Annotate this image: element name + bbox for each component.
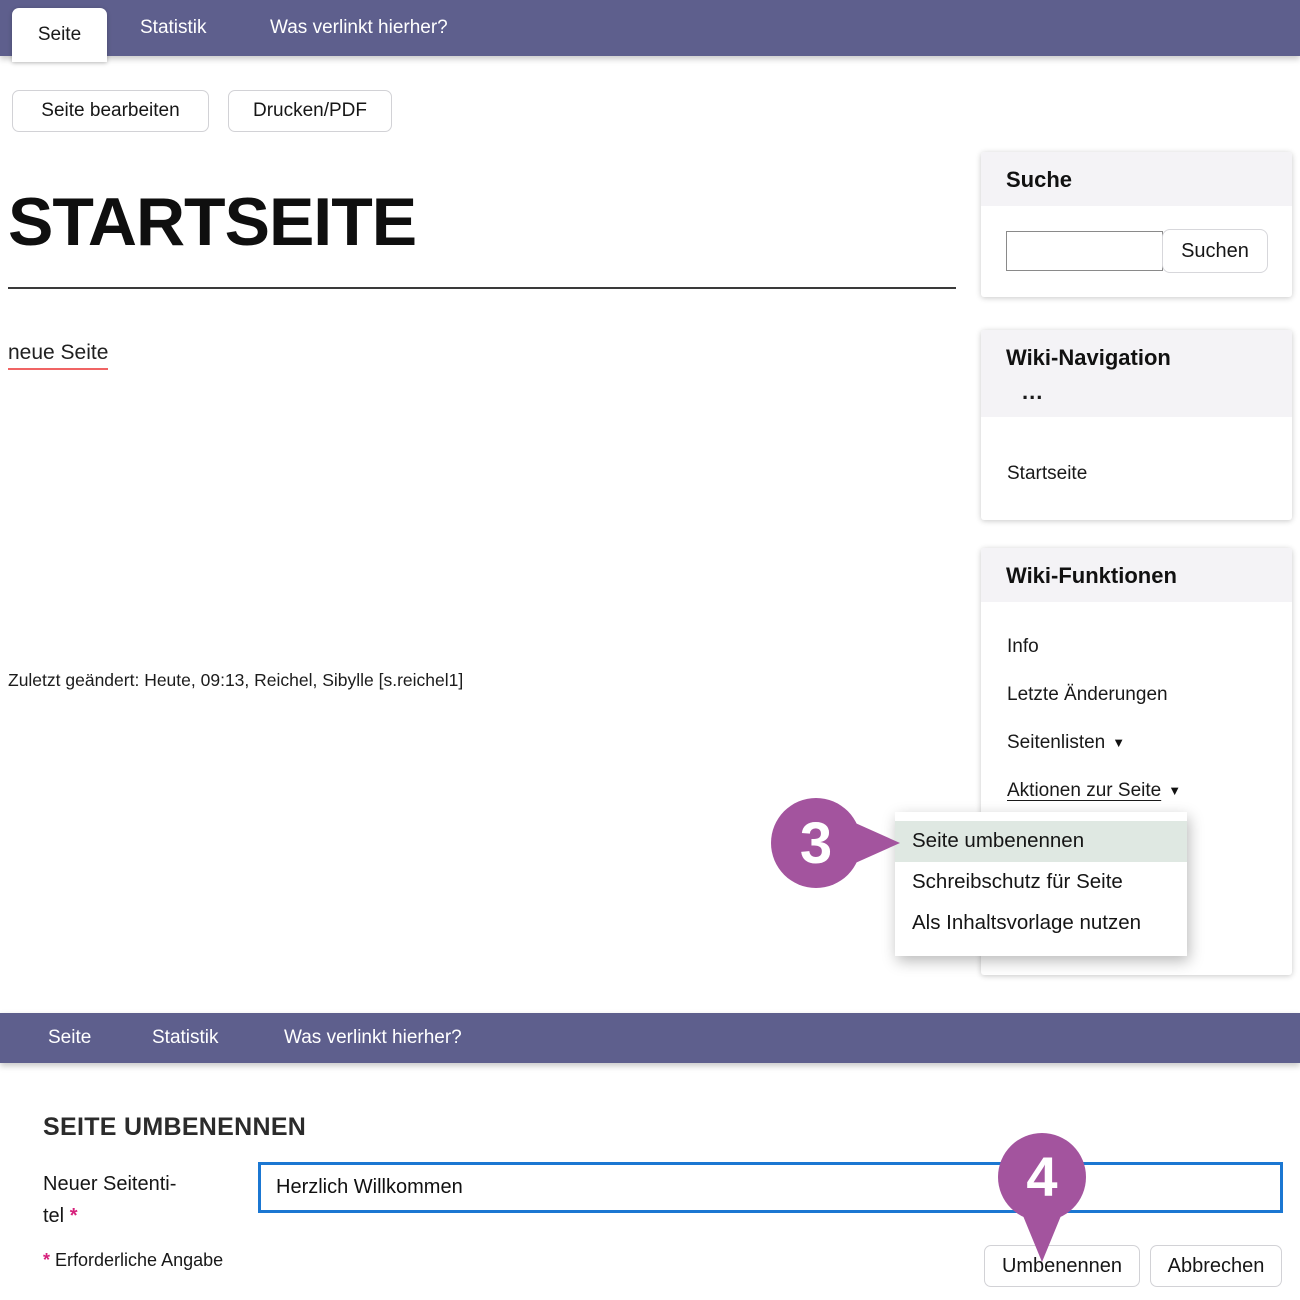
- step-3-callout-pin: 3: [766, 793, 906, 893]
- search-input[interactable]: [1006, 231, 1163, 271]
- required-note: * Erforderliche Angabe: [43, 1250, 223, 1271]
- menu-item-schreibschutz[interactable]: Schreibschutz für Seite: [895, 862, 1187, 903]
- tab-was-verlinkt-hierher[interactable]: Was verlinkt hierher?: [270, 0, 448, 56]
- step-4-number: 4: [1026, 1145, 1057, 1208]
- wiki-nav-item-startseite[interactable]: Startseite: [1007, 463, 1087, 485]
- wiki-functions-title: Wiki-Funktionen: [981, 548, 1292, 602]
- wiki-navigation-title: Wiki-Navigation: [981, 330, 1292, 379]
- page-actions-dropdown: Seite umbenennen Schreibschutz für Seite…: [895, 812, 1187, 956]
- tab-seite[interactable]: Seite: [12, 8, 107, 62]
- required-asterisk: *: [70, 1205, 78, 1227]
- chevron-down-icon: ▼: [1168, 783, 1181, 798]
- required-asterisk: *: [43, 1250, 50, 1270]
- fn-item-letzte-aenderungen[interactable]: Letzte Änderungen: [1007, 684, 1168, 706]
- tab-seite-bottom[interactable]: Seite: [48, 1013, 91, 1063]
- step-4-callout-pin: 4: [998, 1133, 1086, 1265]
- page-title: STARTSEITE: [8, 183, 416, 261]
- title-divider: [8, 287, 956, 289]
- bottom-tab-bar: Seite Statistik Was verlinkt hierher?: [0, 1013, 1300, 1063]
- new-title-label: Neuer Seitenti- tel *: [43, 1168, 223, 1232]
- fn-item-seitenlisten[interactable]: Seitenlisten▼: [1007, 732, 1125, 754]
- edit-page-button[interactable]: Seite bearbeiten: [12, 90, 209, 132]
- menu-item-seite-umbenennen[interactable]: Seite umbenennen: [895, 821, 1187, 862]
- tab-statistik-bottom[interactable]: Statistik: [152, 1013, 219, 1063]
- wiki-navigation-widget: Wiki-Navigation ... Startseite: [981, 330, 1292, 520]
- tab-was-verlinkt-hierher-bottom[interactable]: Was verlinkt hierher?: [284, 1013, 462, 1063]
- print-pdf-button[interactable]: Drucken/PDF: [228, 90, 392, 132]
- ellipsis-icon[interactable]: ...: [981, 379, 1292, 417]
- last-changed-text: Zuletzt geändert: Heute, 09:13, Reichel,…: [8, 670, 463, 691]
- step-3-number: 3: [800, 811, 832, 876]
- top-tab-bar: Seite Statistik Was verlinkt hierher?: [0, 0, 1300, 56]
- search-widget-title: Suche: [981, 152, 1292, 206]
- search-button[interactable]: Suchen: [1162, 229, 1268, 273]
- new-page-link[interactable]: neue Seite: [8, 341, 108, 370]
- fn-item-aktionen-zur-seite[interactable]: Aktionen zur Seite▼: [1007, 780, 1181, 802]
- new-title-input[interactable]: [258, 1162, 1283, 1213]
- search-widget: Suche Suchen: [981, 152, 1292, 297]
- chevron-down-icon: ▼: [1112, 735, 1125, 750]
- tab-statistik[interactable]: Statistik: [140, 0, 207, 56]
- rename-section-heading: SEITE UMBENENNEN: [43, 1113, 306, 1142]
- rename-cancel-button[interactable]: Abbrechen: [1150, 1245, 1282, 1287]
- fn-item-info[interactable]: Info: [1007, 636, 1039, 658]
- menu-item-inhaltsvorlage[interactable]: Als Inhaltsvorlage nutzen: [895, 903, 1187, 944]
